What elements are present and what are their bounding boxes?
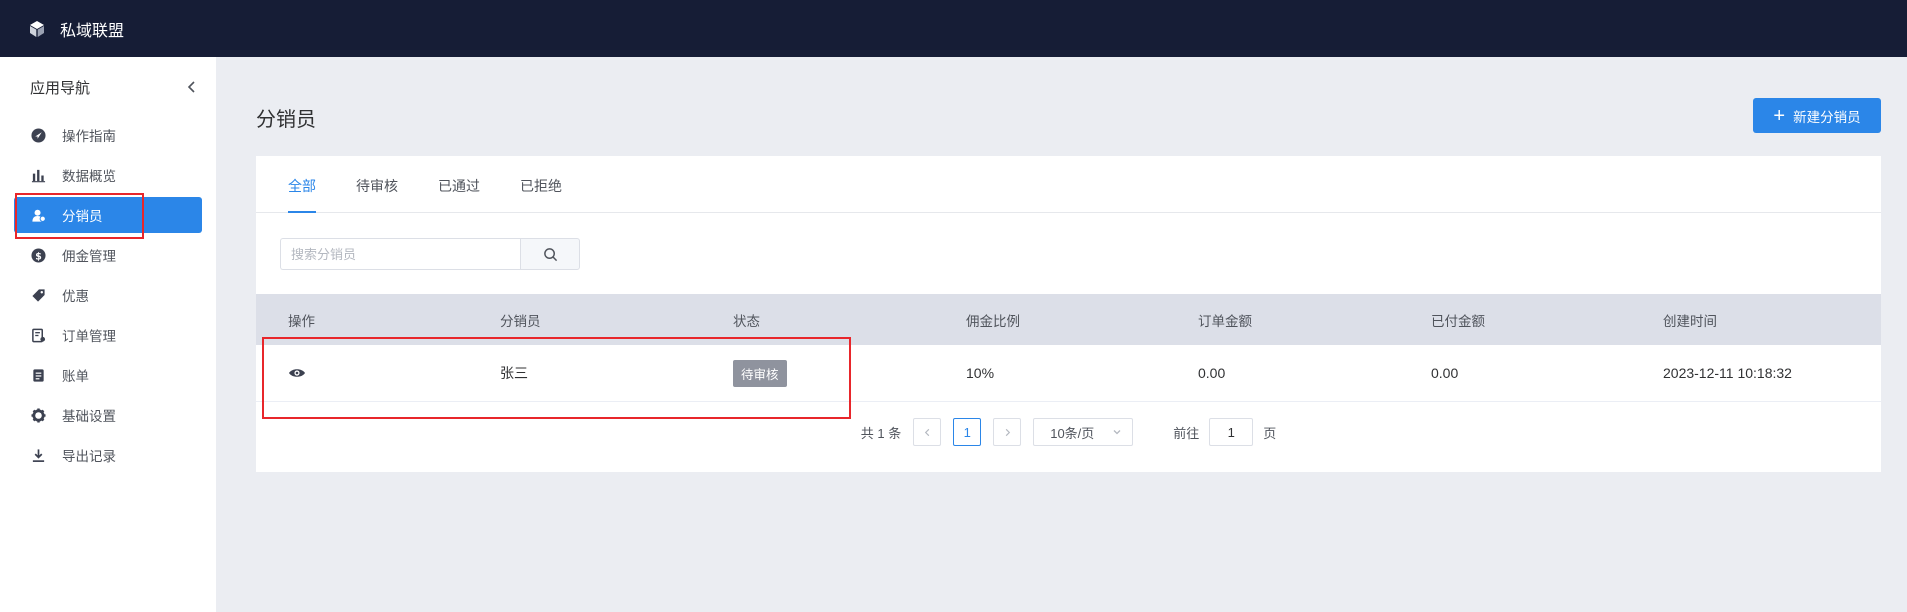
order-amount: 0.00 bbox=[1198, 365, 1226, 381]
column-header-paid-amount: 已付金额 bbox=[1431, 313, 1485, 329]
chevron-left-icon bbox=[924, 428, 929, 436]
tag-icon bbox=[30, 287, 46, 303]
table-header: 操作 分销员 状态 佣金比例 订单金额 已付金额 创建时间 bbox=[256, 294, 1881, 345]
sidebar-item-label: 优惠 bbox=[62, 289, 89, 304]
sidebar-item-orders[interactable]: 订单管理 bbox=[14, 317, 202, 353]
app-brand: 私域联盟 bbox=[60, 22, 125, 40]
tab-approved[interactable]: 已通过 bbox=[438, 156, 480, 212]
tab-pending[interactable]: 待审核 bbox=[356, 156, 398, 212]
goto-page-input[interactable]: 1 bbox=[1209, 418, 1254, 446]
table-row: 张三 待审核 10% 0.00 0.00 2023-12-11 10:18:32 bbox=[256, 345, 1881, 402]
sidebar-header: 应用导航 bbox=[0, 57, 216, 117]
column-header-distributor: 分销员 bbox=[500, 313, 541, 329]
sidebar-item-commission[interactable]: $ 佣金管理 bbox=[14, 237, 202, 273]
page-number-current[interactable]: 1 bbox=[953, 418, 982, 446]
column-header-action: 操作 bbox=[288, 313, 315, 329]
gear-icon bbox=[30, 407, 46, 423]
created-time: 2023-12-11 10:18:32 bbox=[1663, 365, 1792, 381]
sidebar-item-overview[interactable]: 数据概览 bbox=[14, 157, 202, 193]
new-distributor-label: 新建分销员 bbox=[1793, 109, 1861, 125]
dollar-icon: $ bbox=[30, 247, 46, 263]
distributor-card: 全部 待审核 已通过 已拒绝 操作 分销员 状态 佣金比例 订单金额 已付金额 … bbox=[256, 156, 1881, 472]
order-icon bbox=[30, 327, 46, 343]
search-bar bbox=[280, 238, 580, 270]
sidebar-item-label: 订单管理 bbox=[62, 329, 116, 344]
svg-text:$: $ bbox=[35, 251, 42, 262]
paid-amount: 0.00 bbox=[1431, 365, 1459, 381]
sidebar-item-distributors[interactable]: 分销员 bbox=[14, 197, 202, 233]
sidebar-item-label: 操作指南 bbox=[62, 129, 116, 144]
search-input[interactable] bbox=[280, 238, 520, 270]
sidebar-item-discount[interactable]: 优惠 bbox=[14, 277, 202, 313]
column-header-commission: 佣金比例 bbox=[966, 313, 1020, 329]
column-header-created: 创建时间 bbox=[1663, 313, 1717, 329]
status-tabs: 全部 待审核 已通过 已拒绝 bbox=[256, 156, 1881, 213]
cube-logo-icon bbox=[30, 20, 44, 37]
goto-label: 前往 bbox=[1173, 425, 1200, 441]
distributor-table: 操作 分销员 状态 佣金比例 订单金额 已付金额 创建时间 张三 待审核 10%… bbox=[256, 294, 1881, 402]
next-page-button[interactable] bbox=[993, 418, 1022, 446]
sidebar-item-label: 账单 bbox=[62, 369, 89, 384]
page-suffix: 页 bbox=[1263, 425, 1277, 441]
sidebar-item-bills[interactable]: 账单 bbox=[14, 357, 202, 393]
prev-page-button[interactable] bbox=[913, 418, 942, 446]
sidebar-title: 应用导航 bbox=[30, 79, 91, 97]
plus-icon: + bbox=[1773, 104, 1786, 127]
column-header-status: 状态 bbox=[733, 313, 760, 329]
tab-rejected[interactable]: 已拒绝 bbox=[520, 156, 562, 212]
sidebar-item-guide[interactable]: 操作指南 bbox=[14, 117, 202, 153]
commission-rate: 10% bbox=[966, 365, 995, 381]
user-group-icon bbox=[30, 207, 46, 223]
search-icon bbox=[543, 247, 557, 261]
chevron-left-icon[interactable] bbox=[184, 79, 200, 95]
distributor-name: 张三 bbox=[500, 365, 528, 381]
view-eye-icon[interactable] bbox=[288, 366, 306, 382]
sidebar: 应用导航 操作指南 数据概览 分销员 $ 佣金管理 优惠 订单管理 账单 基础设… bbox=[0, 57, 216, 612]
page-size-value: 10条/页 bbox=[1050, 425, 1095, 441]
sidebar-item-settings[interactable]: 基础设置 bbox=[14, 397, 202, 433]
chevron-down-icon bbox=[1113, 430, 1121, 435]
top-bar: 私域联盟 bbox=[0, 0, 1907, 57]
pagination: 共 1 条 1 10条/页 前往 1 页 bbox=[256, 416, 1881, 448]
sidebar-item-exports[interactable]: 导出记录 bbox=[14, 437, 202, 473]
chevron-right-icon bbox=[1005, 428, 1010, 436]
new-distributor-button[interactable]: + 新建分销员 bbox=[1753, 98, 1881, 133]
navigation-icon bbox=[30, 127, 46, 143]
status-badge-label: 待审核 bbox=[733, 359, 787, 387]
bar-chart-icon bbox=[30, 167, 46, 183]
status-badge: 待审核 bbox=[733, 359, 787, 387]
tab-all[interactable]: 全部 bbox=[288, 156, 316, 213]
pagination-total: 共 1 条 bbox=[860, 425, 902, 441]
sidebar-item-label: 导出记录 bbox=[62, 449, 116, 464]
sidebar-item-label: 数据概览 bbox=[62, 169, 116, 184]
sidebar-item-label: 佣金管理 bbox=[62, 249, 116, 264]
download-icon bbox=[30, 447, 46, 463]
bill-icon bbox=[30, 367, 46, 383]
column-header-order-amount: 订单金额 bbox=[1198, 313, 1252, 329]
sidebar-item-label: 分销员 bbox=[62, 209, 103, 224]
search-button[interactable] bbox=[520, 238, 580, 270]
page-title: 分销员 bbox=[256, 109, 316, 131]
sidebar-item-label: 基础设置 bbox=[62, 409, 116, 424]
page-size-select[interactable]: 10条/页 bbox=[1033, 418, 1134, 446]
